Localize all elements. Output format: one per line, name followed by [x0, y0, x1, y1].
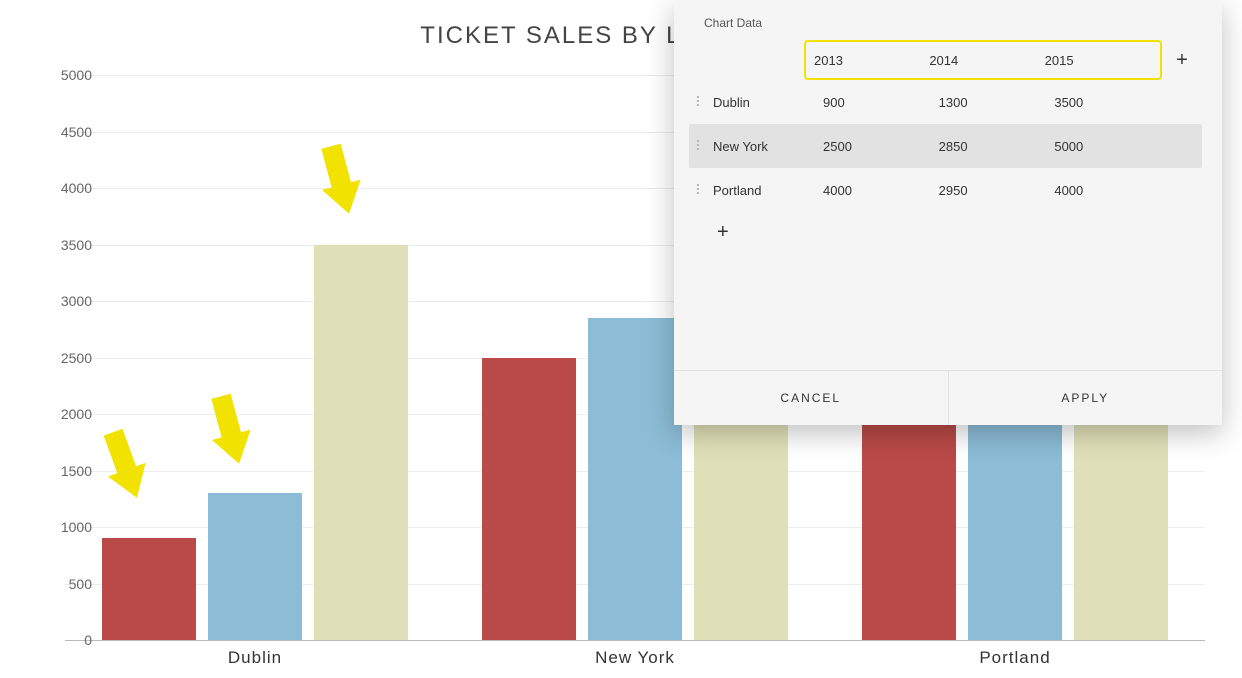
- y-tick-label: 1000: [42, 519, 92, 535]
- bar-dublin-2014: [208, 493, 302, 640]
- add-column-button[interactable]: +: [1162, 49, 1202, 72]
- panel-title: Chart Data: [674, 0, 1222, 40]
- column-header-row: 2013 2014 2015 +: [689, 40, 1202, 80]
- x-tick-label: Portland: [979, 648, 1050, 668]
- apply-button[interactable]: APPLY: [949, 371, 1223, 425]
- add-row-button[interactable]: +: [689, 212, 1202, 252]
- chart-data-panel: Chart Data 2013 2014 2015 + ⠇Dublin90013…: [674, 0, 1222, 425]
- table-row[interactable]: ⠇Portland400029504000: [689, 168, 1202, 212]
- bar-dublin-2015: [314, 245, 408, 641]
- y-tick-label: 4000: [42, 180, 92, 196]
- panel-footer: CANCEL APPLY: [674, 370, 1222, 425]
- y-tick-label: 2500: [42, 350, 92, 366]
- chart-data-table: 2013 2014 2015 + ⠇Dublin90013003500⠇New …: [674, 40, 1222, 370]
- data-cell[interactable]: 900: [815, 95, 931, 110]
- data-cell[interactable]: 5000: [1046, 139, 1162, 154]
- bar-dublin-2013: [102, 538, 196, 640]
- row-label[interactable]: New York: [711, 139, 815, 154]
- column-header-2015[interactable]: 2015: [1041, 53, 1156, 68]
- data-cell[interactable]: 3500: [1046, 95, 1162, 110]
- cancel-button[interactable]: CANCEL: [674, 371, 949, 425]
- data-cell[interactable]: 2500: [815, 139, 931, 154]
- y-tick-label: 5000: [42, 67, 92, 83]
- y-tick-label: 0: [42, 632, 92, 648]
- y-tick-label: 500: [42, 576, 92, 592]
- column-labels-highlight[interactable]: 2013 2014 2015: [804, 40, 1162, 80]
- x-axis-line: [65, 640, 1205, 641]
- data-cell[interactable]: 4000: [815, 183, 931, 198]
- row-label[interactable]: Dublin: [711, 95, 815, 110]
- data-cell[interactable]: 4000: [1046, 183, 1162, 198]
- column-header-2013[interactable]: 2013: [810, 53, 925, 68]
- data-cell[interactable]: 2850: [931, 139, 1047, 154]
- y-tick-label: 3500: [42, 237, 92, 253]
- x-tick-label: Dublin: [228, 648, 282, 668]
- table-row[interactable]: ⠇Dublin90013003500: [689, 80, 1202, 124]
- table-row[interactable]: ⠇New York250028505000: [689, 124, 1202, 168]
- drag-handle-icon[interactable]: ⠇: [689, 94, 711, 111]
- data-cell[interactable]: 2950: [931, 183, 1047, 198]
- y-tick-label: 2000: [42, 406, 92, 422]
- row-label[interactable]: Portland: [711, 183, 815, 198]
- y-tick-label: 4500: [42, 124, 92, 140]
- y-tick-label: 3000: [42, 293, 92, 309]
- drag-handle-icon[interactable]: ⠇: [689, 182, 711, 199]
- drag-handle-icon[interactable]: ⠇: [689, 138, 711, 155]
- bar-new-york-2014: [588, 318, 682, 640]
- x-tick-label: New York: [595, 648, 675, 668]
- y-tick-label: 1500: [42, 463, 92, 479]
- bar-new-york-2013: [482, 358, 576, 641]
- data-cell[interactable]: 1300: [931, 95, 1047, 110]
- column-header-2014[interactable]: 2014: [925, 53, 1040, 68]
